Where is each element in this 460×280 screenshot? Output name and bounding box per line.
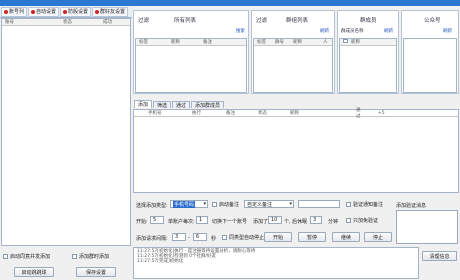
status-dot-icon bbox=[4, 9, 8, 14]
friend-table[interactable]: 标签 昵称 备注 bbox=[135, 38, 247, 93]
friend-list-title: 所有列表 bbox=[174, 18, 197, 24]
tab-anti-settings[interactable]: 防骰设置 bbox=[60, 6, 92, 17]
start-button[interactable]: 开始 bbox=[264, 232, 292, 242]
start-bounce-button[interactable]: 启动跳跳球 bbox=[14, 267, 54, 277]
verify-message-textarea[interactable] bbox=[396, 210, 458, 244]
seconds-label: 秒 bbox=[211, 236, 217, 242]
per-account-label: 单账户每次: bbox=[168, 219, 195, 225]
public-account-panel: 公众号 刷新 bbox=[401, 10, 459, 94]
tab-filter[interactable]: 筛选 bbox=[153, 101, 172, 109]
filter-label: 过滤 bbox=[138, 18, 150, 24]
account-table[interactable]: 账号 状态 成功 bbox=[1, 18, 131, 246]
group-refresh-link[interactable]: 刷新 bbox=[320, 28, 329, 34]
sleep-minutes-input[interactable]: 3 bbox=[310, 216, 322, 224]
interval-label: 个, 后休眠 bbox=[284, 219, 308, 225]
tab-add-members[interactable]: 添加群成员 bbox=[191, 101, 225, 109]
checkbox[interactable] bbox=[212, 202, 217, 207]
minutes-label: 分钟 bbox=[328, 219, 339, 225]
checkbox[interactable] bbox=[346, 202, 351, 207]
public-refresh-link[interactable]: 刷新 bbox=[443, 28, 452, 34]
stop-button[interactable]: 停止 bbox=[364, 232, 392, 242]
chevron-down-icon: ▾ bbox=[203, 201, 206, 207]
status-dot-icon bbox=[95, 9, 100, 14]
allow-remark-check[interactable]: 验证通知备注 bbox=[346, 201, 383, 208]
delay-to-input[interactable]: 6 bbox=[193, 233, 207, 241]
member-table[interactable]: 昵称 bbox=[339, 38, 397, 93]
status-dot-icon bbox=[31, 9, 36, 14]
auto-stop-check[interactable]: 同类型自动停止 bbox=[222, 234, 264, 241]
added-label: 添加了 bbox=[253, 219, 269, 225]
log-line: 11:27:57[完成]初始化 bbox=[137, 259, 184, 264]
tab-pass[interactable]: 通过 bbox=[172, 101, 191, 109]
group-list-panel: 过滤 群组列表 刷新 标签 群号 昵称 人 bbox=[251, 10, 335, 94]
start-label: 开始: bbox=[136, 219, 148, 225]
member-title: 群成员 bbox=[360, 18, 377, 24]
tab-add[interactable]: 添加 bbox=[134, 100, 153, 108]
status-dot-icon bbox=[63, 9, 68, 14]
added-count-input[interactable]: 10 bbox=[268, 216, 282, 224]
group-list-title: 群组列表 bbox=[286, 18, 309, 24]
tab-auto-settings[interactable]: 自动设置 bbox=[28, 6, 60, 17]
skip-verify-check[interactable]: 只加免验证 bbox=[346, 217, 378, 224]
remark-select[interactable]: 自定义备注 ▾ bbox=[244, 200, 294, 208]
delay-from-input[interactable]: 3 bbox=[172, 233, 186, 241]
chevron-down-icon: ▾ bbox=[289, 201, 292, 207]
per-account-input[interactable]: 1 bbox=[196, 216, 208, 224]
add-type-select[interactable]: 手机号码 ▾ bbox=[170, 200, 208, 208]
checkbox[interactable] bbox=[3, 254, 8, 259]
auto-remark-check[interactable]: 启动备注 bbox=[212, 201, 239, 208]
log-panel[interactable]: 11:27:57[初始化]执行 - 是注册等待设置分析，请耐心等待 11:27:… bbox=[133, 247, 419, 279]
checkbox[interactable] bbox=[222, 235, 227, 240]
delay-label: 添加请求间隔: bbox=[136, 236, 168, 242]
check-concurrent[interactable]: 启动同意并发添加 bbox=[3, 253, 50, 260]
tab-group-friend-settings[interactable]: 群好友设置 bbox=[92, 6, 129, 17]
filter-label: 过滤 bbox=[256, 18, 268, 24]
pause-button[interactable]: 暂停 bbox=[298, 232, 326, 242]
member-name-label: 群成员名称 bbox=[341, 29, 364, 34]
start-input[interactable]: 5 bbox=[150, 216, 164, 224]
top-tab-strip: 账号列 自动设置 防骰设置 群好友设置 bbox=[0, 6, 132, 18]
checkbox[interactable] bbox=[72, 254, 77, 259]
main-table[interactable]: 手机号 执行 备注 状态 昵称 通过 +5 bbox=[133, 108, 459, 193]
switch-account-label: 切换下一个账号 bbox=[212, 219, 248, 225]
add-type-label: 选择添加类型: bbox=[136, 203, 168, 209]
continue-button[interactable]: 继续 bbox=[332, 232, 360, 242]
clear-log-button[interactable]: 清理信息 bbox=[422, 251, 457, 261]
check-add-group[interactable]: 添加群时添加 bbox=[72, 253, 109, 260]
tab-account-list[interactable]: 账号列 bbox=[1, 6, 28, 17]
save-settings-button[interactable]: 保存设置 bbox=[76, 267, 116, 277]
checkbox[interactable] bbox=[346, 218, 351, 223]
remark-input[interactable] bbox=[298, 200, 340, 208]
member-refresh-link[interactable]: 刷新 bbox=[384, 28, 393, 34]
group-member-panel: 群成员 群成员名称 刷新 昵称 bbox=[337, 10, 399, 94]
public-title: 公众号 bbox=[424, 18, 441, 24]
friend-search-link[interactable]: 搜索 bbox=[236, 28, 245, 34]
friend-list-panel: 过滤 所有列表 搜索 标签 昵称 备注 bbox=[133, 10, 249, 94]
account-table-header: 账号 状态 成功 bbox=[2, 19, 130, 26]
public-table[interactable] bbox=[403, 38, 457, 93]
group-table[interactable]: 标签 群号 昵称 人 bbox=[253, 38, 333, 93]
verify-message-label: 添加验证消息 bbox=[396, 203, 427, 209]
sub-tab-strip: 添加 筛选 通过 添加群成员 bbox=[134, 100, 225, 109]
